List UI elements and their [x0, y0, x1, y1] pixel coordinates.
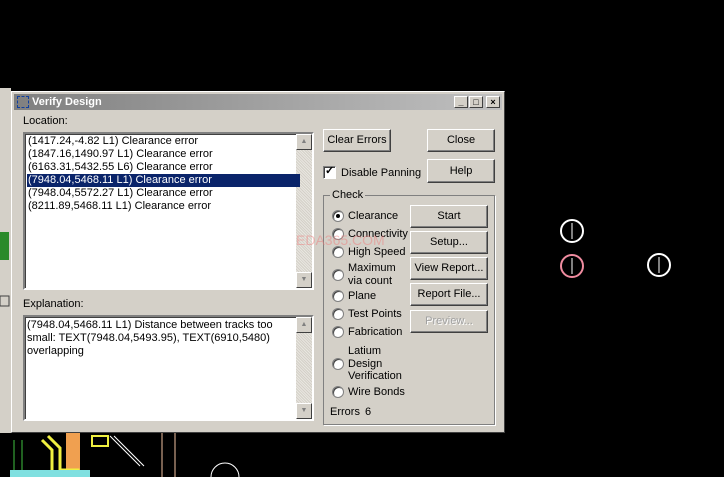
watermark: EDA365.COM: [296, 232, 385, 248]
disable-panning-label: Disable Panning: [341, 167, 422, 179]
location-list-item[interactable]: (8211.89,5468.11 L1) Clearance error: [27, 200, 300, 213]
setup-button[interactable]: Setup...: [410, 231, 488, 254]
dialog-title: Verify Design: [32, 96, 102, 108]
minimize-icon[interactable]: _: [454, 96, 468, 108]
radio-label: Fabrication: [348, 326, 403, 338]
location-list-item[interactable]: (7948.04,5468.11 L1) Clearance error: [27, 174, 300, 187]
explanation-label: Explanation:: [23, 298, 84, 310]
verify-design-dialog: Verify Design _ □ × Location: ▲ ▼ (1417.…: [11, 91, 505, 433]
radio-maximum-via-count[interactable]: [332, 268, 344, 281]
location-list-item[interactable]: (6163.31,5432.55 L6) Clearance error: [27, 161, 300, 174]
location-list[interactable]: ▲ ▼ (1417.24,-4.82 L1) Clearance error (1…: [23, 132, 314, 290]
explanation-scrollbar[interactable]: ▲ ▼: [296, 317, 312, 419]
radio-label: Latium Design Verification: [348, 345, 402, 382]
checkmark-icon: ✓: [325, 165, 335, 177]
view-report-button[interactable]: View Report...: [410, 257, 488, 280]
maximize-icon[interactable]: □: [469, 96, 483, 108]
radio-label: Clearance: [348, 210, 399, 222]
location-list-item[interactable]: (1417.24,-4.82 L1) Clearance error: [27, 135, 300, 148]
radio-latium-design-verification[interactable]: [332, 357, 344, 370]
radio-dot-icon: [336, 214, 340, 219]
preview-button[interactable]: Preview...: [410, 310, 488, 333]
location-list-item[interactable]: (1847.16,1490.97 L1) Clearance error: [27, 148, 300, 161]
explanation-text: (7948.04,5468.11 L1) Distance between tr…: [27, 319, 273, 357]
report-file-button[interactable]: Report File...: [410, 283, 488, 306]
help-button[interactable]: Help: [427, 159, 495, 183]
radio-label: Wire Bonds: [348, 386, 405, 398]
check-group-label: Check: [330, 189, 366, 201]
clear-errors-button[interactable]: Clear Errors: [323, 129, 391, 152]
close-icon[interactable]: ×: [486, 96, 500, 108]
explanation-textarea[interactable]: (7948.04,5468.11 L1) Distance between tr…: [23, 315, 314, 421]
scroll-up-icon[interactable]: ▲: [296, 317, 312, 333]
disable-panning-checkbox[interactable]: ✓: [323, 165, 336, 179]
title-bar[interactable]: Verify Design _ □ ×: [14, 94, 502, 110]
radio-label: Test Points: [348, 308, 402, 320]
start-button[interactable]: Start: [410, 205, 488, 228]
location-label: Location:: [23, 115, 68, 127]
close-button[interactable]: Close: [427, 129, 495, 152]
radio-label: Maximum via count: [348, 262, 396, 287]
app-icon: [17, 96, 29, 108]
location-list-item[interactable]: (7948.04,5572.27 L1) Clearance error: [27, 187, 300, 200]
scroll-down-icon[interactable]: ▼: [296, 403, 312, 419]
scroll-down-icon[interactable]: ▼: [296, 272, 312, 288]
errors-count: 6: [365, 406, 372, 418]
errors-label: Errors: [330, 406, 360, 418]
radio-label: Plane: [348, 290, 377, 302]
